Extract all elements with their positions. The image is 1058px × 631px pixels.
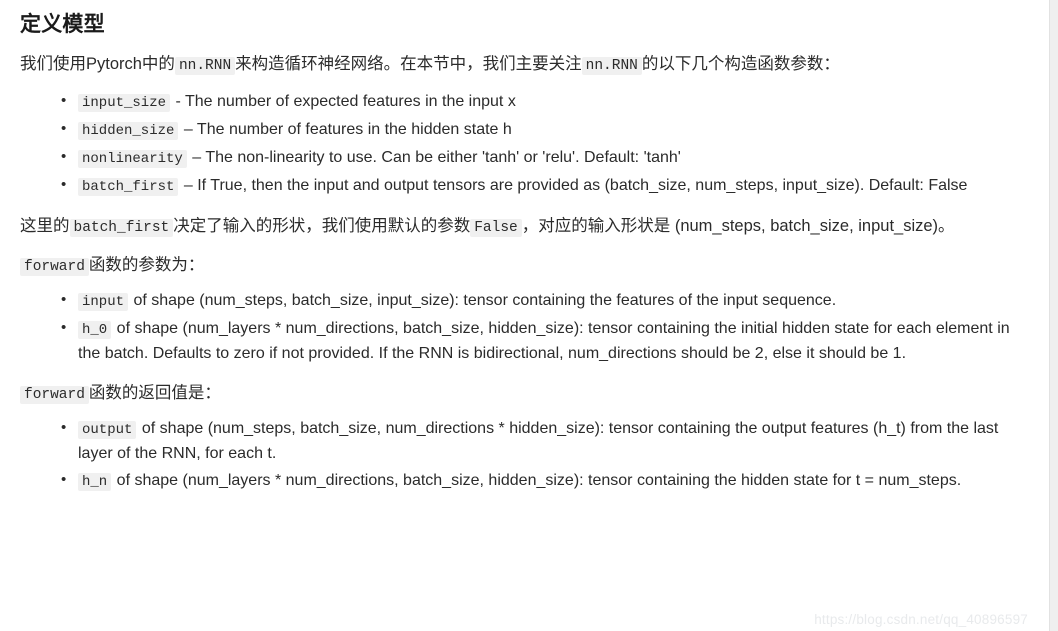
intro-paragraph: 我们使用Pytorch中的 nn.RNN 来构造循环神经网络。在本节中，我们主要关注… (20, 51, 1036, 80)
code-forward-1: forward (20, 258, 89, 277)
list-item: h_0 of shape (num_layers * num_direction… (61, 316, 1036, 366)
note-text-part3: ，对应的输入形状是 (num_steps, batch_size, input_… (521, 217, 955, 236)
param-name-nonlinearity: nonlinearity (78, 150, 187, 169)
list-item: batch_first – If True, then the input an… (61, 173, 1036, 199)
param-desc: – If True, then the input and output ten… (183, 177, 968, 195)
forward-returns-list: output of shape (num_steps, batch_size, … (20, 416, 1036, 494)
note-text-part1: 这里的 (20, 217, 70, 236)
forward-args-list: input of shape (num_steps, batch_size, i… (20, 288, 1036, 366)
intro-text-part3: 的以下几个构造函数参数： (641, 55, 840, 74)
code-batch-first: batch_first (69, 219, 174, 238)
constructor-params-list: input_size - The number of expected feat… (20, 89, 1036, 199)
param-desc: - The number of expected features in the… (175, 93, 516, 111)
intro-text-part1: 我们使用Pytorch中的 (20, 55, 175, 74)
return-name-output: output (78, 421, 137, 440)
list-item: h_n of shape (num_layers * num_direction… (61, 468, 1036, 494)
param-name-hidden-size: hidden_size (78, 122, 179, 141)
note-text-part2: 决定了输入的形状，我们使用默认的参数 (173, 217, 471, 236)
list-item: nonlinearity – The non-linearity to use.… (61, 145, 1036, 171)
intro-text-part2: 来构造循环神经网络。在本节中，我们主要关注 (235, 55, 582, 74)
param-desc: – The number of features in the hidden s… (183, 121, 512, 139)
arg-desc: of shape (num_layers * num_directions, b… (78, 320, 1010, 363)
list-item: hidden_size – The number of features in … (61, 117, 1036, 143)
forward-returns-heading-text: 函数的返回值是： (88, 384, 221, 403)
page-title: 定义模型 (20, 13, 105, 36)
return-desc: of shape (num_steps, batch_size, num_dir… (78, 420, 999, 463)
param-name-input-size: input_size (78, 94, 171, 113)
code-false: False (470, 219, 522, 238)
list-item: input_size - The number of expected feat… (61, 89, 1036, 115)
forward-args-heading-text: 函数的参数为： (88, 256, 205, 275)
forward-args-heading: forward 函数的参数为： (20, 252, 1036, 281)
code-nn-rnn-2: nn.RNN (581, 57, 642, 76)
code-forward-2: forward (20, 386, 89, 405)
watermark: https://blog.csdn.net/qq_40896597 (814, 612, 1028, 627)
list-item: input of shape (num_steps, batch_size, i… (61, 288, 1036, 314)
scrollbar-gutter[interactable] (1049, 0, 1058, 631)
arg-desc: of shape (num_steps, batch_size, input_s… (133, 292, 837, 310)
list-item: output of shape (num_steps, batch_size, … (61, 416, 1036, 466)
arg-name-h-0: h_0 (78, 321, 112, 340)
return-desc: of shape (num_layers * num_directions, b… (116, 472, 962, 490)
param-name-batch-first: batch_first (78, 178, 179, 197)
article-content: 定义模型 我们使用Pytorch中的 nn.RNN 来构造循环神经网络。在本节中，我… (0, 0, 1050, 631)
arg-name-input: input (78, 293, 129, 312)
code-nn-rnn-1: nn.RNN (174, 57, 236, 76)
param-desc: – The non-linearity to use. Can be eithe… (192, 149, 681, 167)
return-name-h-n: h_n (78, 473, 112, 492)
batch-first-note-paragraph: 这里的 batch_first 决定了输入的形状，我们使用默认的参数 False ，对应… (20, 213, 1036, 242)
forward-returns-heading: forward 函数的返回值是： (20, 380, 1036, 409)
